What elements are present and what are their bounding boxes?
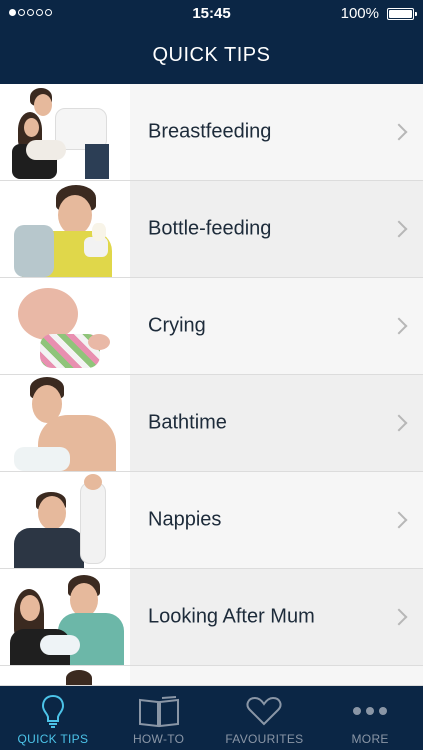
list-item-looking-after-mum[interactable]: Looking After Mum — [0, 569, 423, 666]
chevron-right-icon — [390, 123, 408, 141]
list-item-bottle-feeding[interactable]: Bottle-feeding — [0, 181, 423, 278]
tips-list: Breastfeeding Bottle-feeding Crying Bath… — [0, 84, 423, 686]
heart-icon — [246, 696, 282, 726]
book-icon — [138, 696, 179, 728]
list-item-label: Breastfeeding — [148, 120, 272, 143]
tab-favourites[interactable]: FAVOURITES — [212, 686, 318, 750]
tab-label: MORE — [351, 732, 389, 746]
lightbulb-icon — [41, 694, 64, 728]
tab-quick-tips[interactable]: QUICK TIPS — [0, 686, 106, 750]
list-item-breastfeeding[interactable]: Breastfeeding — [0, 84, 423, 181]
list-item-label: Nappies — [148, 508, 222, 531]
top-bar: 15:45 100% QUICK TIPS — [0, 0, 423, 84]
chevron-right-icon — [390, 608, 408, 626]
list-item-label: Looking After Mum — [148, 605, 315, 628]
chevron-right-icon — [390, 317, 408, 335]
crying-photo — [0, 278, 130, 374]
list-item-nappies[interactable]: Nappies — [0, 472, 423, 569]
chevron-right-icon — [390, 414, 408, 432]
battery-percentage: 100% — [340, 5, 379, 22]
partial-photo — [0, 666, 130, 685]
battery-icon — [387, 8, 417, 20]
list-item-label: Crying — [148, 314, 206, 337]
chevron-right-icon — [390, 220, 408, 238]
list-item-bathtime[interactable]: Bathtime — [0, 375, 423, 472]
breastfeeding-photo — [0, 84, 130, 180]
tab-label: FAVOURITES — [225, 732, 304, 746]
bottle-feeding-photo — [0, 181, 130, 277]
looking-after-mum-photo — [0, 569, 130, 665]
tab-how-to[interactable]: HOW-TO — [106, 686, 212, 750]
tab-label: HOW-TO — [132, 732, 185, 746]
list-item-partial[interactable] — [0, 666, 423, 686]
nappies-photo — [0, 472, 130, 568]
chevron-right-icon — [390, 511, 408, 529]
tab-more[interactable]: MORE — [317, 686, 423, 750]
page-title: QUICK TIPS — [152, 44, 271, 66]
list-item-label: Bathtime — [148, 411, 227, 434]
status-bar: 15:45 100% — [0, 0, 423, 28]
bathtime-photo — [0, 375, 130, 471]
list-item-label: Bottle-feeding — [148, 217, 272, 240]
tab-label: QUICK TIPS — [17, 732, 89, 746]
tab-bar: QUICK TIPS HOW-TO FAVOURITES MORE — [0, 686, 423, 750]
more-dots-icon — [353, 707, 388, 715]
partial-cell — [130, 666, 423, 685]
list-item-crying[interactable]: Crying — [0, 278, 423, 375]
